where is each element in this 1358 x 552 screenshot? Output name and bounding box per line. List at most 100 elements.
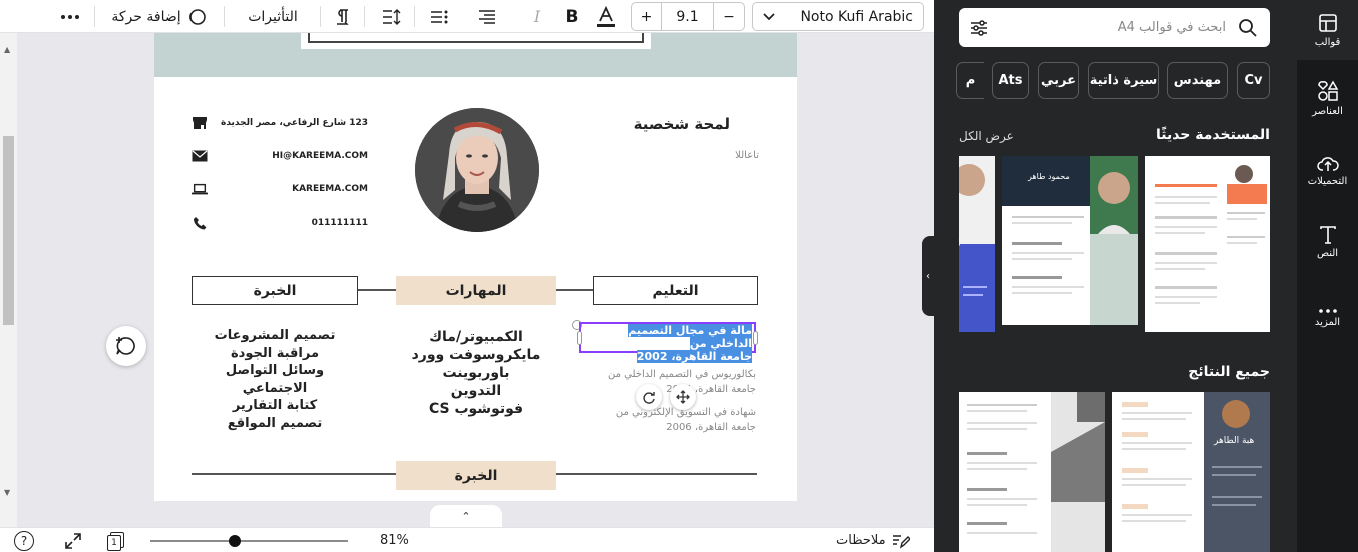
profile-subtitle[interactable]: تاعاللا	[735, 150, 759, 161]
text-color-button[interactable]	[591, 0, 621, 33]
text-color-icon	[597, 5, 615, 27]
education-line[interactable]: جامعة القاهرة، 2006	[666, 420, 756, 435]
expand-icon	[65, 532, 81, 549]
chip-cv[interactable]: Cv	[1237, 62, 1270, 99]
effects-button[interactable]: التأثيرات	[234, 0, 312, 33]
contact-email[interactable]: HI@KAREEMA.COM	[192, 146, 368, 166]
elements-icon	[1317, 79, 1338, 101]
contact-website-text: KAREEMA.COM	[292, 184, 368, 194]
education-line[interactable]: بكالوريوس في التصميم الداخلي من	[608, 367, 756, 382]
animate-button[interactable]: إضافة حركة	[104, 0, 214, 33]
contact-website[interactable]: KAREEMA.COM	[192, 179, 368, 199]
move-icon	[676, 390, 690, 404]
education-selected-text[interactable]: مالة في مجال التصميم الداخلي من جامعة ال…	[584, 324, 754, 363]
move-button[interactable]	[670, 384, 696, 410]
profile-photo[interactable]	[415, 108, 539, 232]
rotate-button[interactable]	[636, 384, 662, 410]
experience-item: مراقبة الجودة	[230, 345, 320, 361]
scroll-up-arrow-icon[interactable]: ▲	[4, 45, 10, 54]
search-placeholder: ابحث في قوالب A4	[1117, 20, 1226, 35]
recent-template-thumbnail[interactable]: محمود طاهر	[1002, 156, 1138, 325]
chip-arabic[interactable]: عربي	[1038, 62, 1079, 99]
align-button[interactable]	[470, 0, 504, 33]
spacing-button[interactable]	[374, 0, 408, 33]
experience-item: وسائل التواصل	[225, 363, 325, 378]
rail-item-text[interactable]: النص	[1297, 212, 1358, 272]
expand-pages-button[interactable]: ⌃	[430, 505, 502, 527]
profile-title[interactable]: لمحة شخصية	[634, 115, 730, 133]
font-size-decrease-button[interactable]: +	[632, 3, 662, 30]
template-preview-image	[959, 156, 995, 332]
list-button[interactable]	[422, 0, 456, 33]
notes-label: ملاحظات	[836, 533, 886, 548]
font-size-increase-button[interactable]: −	[714, 3, 744, 30]
skills-section-header[interactable]: المهارات	[396, 276, 556, 305]
scroll-down-arrow-icon[interactable]: ▼	[4, 488, 10, 497]
italic-button[interactable]: I	[522, 0, 552, 33]
list-icon	[431, 10, 448, 23]
template-search-input[interactable]: ابحث في قوالب A4	[959, 8, 1270, 47]
collapse-panel-button[interactable]: ‹	[922, 236, 934, 316]
rail-item-uploads[interactable]: التحميلات	[1297, 140, 1358, 200]
add-comment-button[interactable]	[106, 326, 146, 366]
skill-item: باوربوينت	[442, 365, 510, 381]
carousel-prev-icon[interactable]: ‹	[959, 232, 961, 251]
recent-template-thumbnail[interactable]: ‹	[959, 156, 995, 332]
skill-item: التدوين	[450, 383, 502, 399]
phone-icon	[192, 216, 208, 230]
pages-icon: 1	[106, 531, 126, 551]
chip-engineer[interactable]: مهندس	[1167, 62, 1228, 99]
rail-item-more[interactable]: المزيد	[1297, 288, 1358, 348]
notes-button[interactable]: ملاحظات	[836, 528, 910, 552]
education-section-header[interactable]: التعليم	[593, 276, 758, 305]
experience-bottom-section-header[interactable]: الخبرة	[396, 461, 556, 490]
resume-page[interactable]: 123 شارع الرفاعي، مصر الجديدة HI@KAREEMA…	[154, 33, 797, 501]
result-template-thumbnail[interactable]: هبة الطاهر	[1112, 392, 1270, 552]
scrollbar-thumb[interactable]	[3, 136, 14, 325]
font-size-stepper[interactable]: + 9.1 −	[631, 2, 745, 31]
templates-icon	[1318, 13, 1337, 32]
template-preview-image	[1145, 156, 1270, 332]
zoom-slider-thumb[interactable]	[229, 535, 242, 547]
contact-phone[interactable]: 011111111	[192, 213, 368, 233]
fullscreen-button[interactable]	[64, 528, 82, 552]
notes-icon	[892, 534, 910, 549]
chip-ats[interactable]: Ats	[992, 62, 1029, 99]
filter-sliders-icon[interactable]	[969, 18, 989, 38]
chip-resume[interactable]: سيرة ذاتية	[1088, 62, 1159, 99]
italic-icon: I	[533, 7, 541, 26]
chevron-left-icon: ‹	[926, 270, 930, 282]
experience-section-header[interactable]: الخبرة	[192, 276, 358, 305]
recent-template-thumbnail[interactable]	[1145, 156, 1270, 332]
rail-item-elements[interactable]: العناصر	[1297, 68, 1358, 128]
font-size-input[interactable]: 9.1	[662, 3, 714, 30]
zoom-slider[interactable]	[150, 540, 348, 542]
page-count-button[interactable]: 1	[106, 528, 126, 552]
chip-partial[interactable]: م	[956, 62, 984, 99]
result-template-thumbnail[interactable]	[959, 392, 1105, 552]
skills-list[interactable]: الكمبيوتر/ماك مايكروسوفت وورد باوربوينت …	[402, 328, 550, 418]
text-direction-button[interactable]	[326, 0, 358, 33]
skill-item: مايكروسوفت وورد	[411, 347, 541, 363]
contact-address[interactable]: 123 شارع الرفاعي، مصر الجديدة	[192, 113, 368, 133]
selected-text-box[interactable]: مالة في مجال التصميم الداخلي من جامعة ال…	[577, 322, 758, 363]
vertical-scrollbar[interactable]: ▲ ▼	[0, 33, 17, 527]
see-all-link[interactable]: عرض الكل	[959, 129, 1014, 143]
bold-icon: B	[565, 6, 579, 27]
rail-label: المزيد	[1314, 316, 1341, 328]
help-button[interactable]: ?	[14, 528, 34, 552]
align-right-icon	[479, 9, 495, 24]
resize-handle-left[interactable]	[577, 331, 582, 345]
experience-list[interactable]: تصميم المشروعات مراقبة الجودة وسائل التو…	[200, 327, 350, 432]
header-band	[154, 33, 797, 77]
rail-item-templates[interactable]: قوالب	[1297, 0, 1358, 60]
contact-address-text: 123 شارع الرفاعي، مصر الجديدة	[221, 118, 368, 128]
font-family-dropdown[interactable]: Noto Kufi Arabic	[752, 2, 924, 31]
bold-button[interactable]: B	[558, 0, 586, 33]
thumbnail-name: محمود طاهر	[1028, 172, 1070, 181]
animate-icon	[188, 8, 206, 25]
resize-handle-right[interactable]	[753, 331, 758, 345]
zoom-percentage[interactable]: 81%	[380, 528, 409, 552]
more-options-button[interactable]	[56, 0, 84, 33]
template-preview-image	[1112, 392, 1270, 552]
